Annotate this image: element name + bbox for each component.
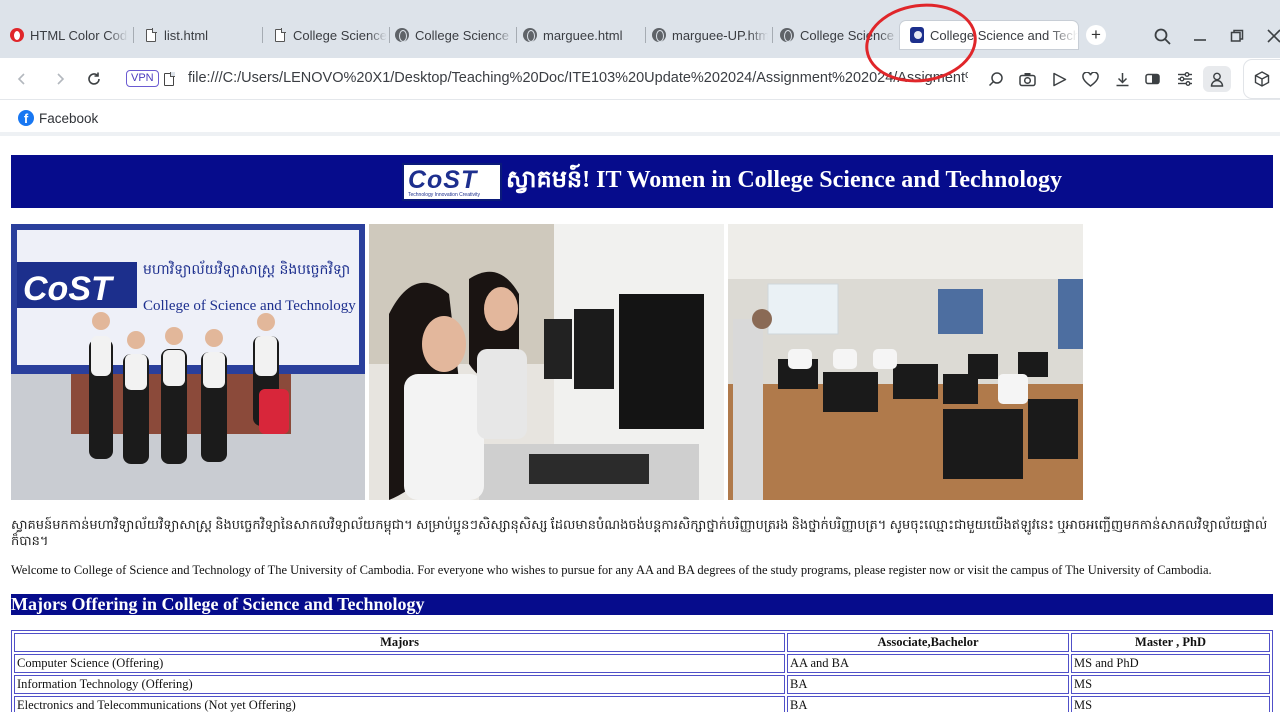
major-name: Information Technology (Offering) bbox=[14, 675, 785, 694]
vpn-badge[interactable]: VPN bbox=[126, 70, 159, 87]
easy-setup-icon[interactable] bbox=[1175, 69, 1195, 89]
bookmark-label: Facebook bbox=[39, 110, 99, 126]
globe-icon bbox=[652, 28, 666, 42]
header-associate-bachelor: Associate,Bachelor bbox=[787, 633, 1069, 652]
document-icon bbox=[144, 27, 158, 42]
photo-students-at-sign: CoST មហាវិទ្យាល័យវិទ្យាសាស្ត្រ និងបច្ចេក… bbox=[11, 224, 365, 500]
new-tab-button[interactable]: + bbox=[1086, 25, 1106, 45]
globe-icon bbox=[395, 28, 409, 42]
file-icon bbox=[159, 69, 179, 89]
arrow-left-icon bbox=[17, 73, 25, 85]
web-page-content: CoST Technology Innovation Creativity ស្… bbox=[0, 140, 1280, 712]
table-row: Electronics and Telecommunications (Not … bbox=[14, 696, 1270, 712]
bookmarks-bar: f Facebook bbox=[0, 100, 1280, 136]
minimize-icon bbox=[1194, 39, 1206, 41]
majors-table: Majors Associate,Bachelor Master , PhD C… bbox=[11, 630, 1273, 712]
svg-text:CoST: CoST bbox=[23, 270, 115, 308]
header-master-phd: Master , PhD bbox=[1071, 633, 1270, 652]
logo-tagline: Technology Innovation Creativity bbox=[407, 191, 480, 198]
tab-title: College Science a bbox=[800, 27, 898, 43]
battery-saver-icon[interactable] bbox=[1143, 69, 1163, 89]
tab-title: marguee-UP.htm bbox=[672, 27, 768, 43]
heart-icon[interactable] bbox=[1080, 69, 1100, 89]
photo-classroom-lab bbox=[728, 224, 1083, 500]
download-icon[interactable] bbox=[1112, 69, 1132, 89]
cost-logo-icon bbox=[910, 27, 924, 43]
master-phd-value: MS bbox=[1071, 675, 1270, 694]
minimize-button[interactable] bbox=[1186, 22, 1214, 50]
extensions-button[interactable] bbox=[1244, 60, 1280, 98]
back-button[interactable] bbox=[10, 67, 34, 91]
associate-bachelor-value: AA and BA bbox=[787, 654, 1069, 673]
tab-list-html[interactable]: list.html bbox=[134, 22, 262, 48]
camera-icon[interactable] bbox=[1017, 69, 1037, 89]
address-toolbar: VPN file:///C:/Users/LENOVO%20X1/Desktop… bbox=[0, 58, 1280, 100]
associate-bachelor-value: BA bbox=[787, 675, 1069, 694]
tab-title: College Science and Techn bbox=[930, 27, 1078, 43]
tab-title: HTML Color Code bbox=[30, 27, 128, 43]
opera-icon bbox=[10, 28, 24, 42]
profile-button[interactable] bbox=[1203, 66, 1231, 92]
page-banner: CoST Technology Innovation Creativity ស្… bbox=[11, 155, 1273, 208]
major-name: Computer Science (Offering) bbox=[14, 654, 785, 673]
table-row: Computer Science (Offering) AA and BA MS… bbox=[14, 654, 1270, 673]
sign-english-text: College of Science and Technology bbox=[143, 298, 356, 314]
logo-text: CoST bbox=[407, 165, 478, 194]
user-icon bbox=[1210, 72, 1224, 87]
send-icon[interactable] bbox=[1049, 69, 1069, 89]
master-phd-value: MS and PhD bbox=[1071, 654, 1270, 673]
tab-marguee-up[interactable]: marguee-UP.htm bbox=[642, 22, 768, 48]
search-page-icon[interactable] bbox=[986, 69, 1006, 89]
associate-bachelor-value: BA bbox=[787, 696, 1069, 712]
table-header-row: Majors Associate,Bachelor Master , PhD bbox=[14, 633, 1270, 652]
search-icon bbox=[1154, 28, 1171, 45]
majors-heading: Majors Offering in College of Science an… bbox=[11, 594, 1273, 615]
tab-marguee-html[interactable]: marguee.html bbox=[513, 22, 641, 48]
tab-title: marguee.html bbox=[543, 27, 623, 43]
table-row: Information Technology (Offering) BA MS bbox=[14, 675, 1270, 694]
khmer-intro-paragraph: ស្វាគមន៍មកកាន់មហាវិទ្យាល័យវិទ្យាសាស្ត្រ … bbox=[11, 517, 1268, 548]
tab-college-science-active[interactable]: College Science and Techn bbox=[900, 21, 1078, 49]
bookmark-facebook[interactable]: f Facebook bbox=[18, 110, 98, 126]
tab-html-color-code[interactable]: HTML Color Code bbox=[0, 22, 128, 48]
tab-title: list.html bbox=[164, 27, 209, 43]
tab-title: College Science a bbox=[415, 27, 513, 43]
page-title: ស្វាគមន៍! IT Women in College Science an… bbox=[505, 167, 1062, 193]
reload-icon bbox=[88, 72, 100, 85]
photo-students-computer-lab bbox=[369, 224, 724, 500]
search-tabs-button[interactable] bbox=[1148, 22, 1176, 50]
close-window-button[interactable] bbox=[1260, 22, 1280, 50]
facebook-icon: f bbox=[18, 110, 34, 126]
address-bar[interactable]: file:///C:/Users/LENOVO%20X1/Desktop/Tea… bbox=[188, 70, 968, 86]
document-icon bbox=[273, 27, 287, 42]
english-intro-paragraph: Welcome to College of Science and Techno… bbox=[11, 563, 1212, 577]
tab-college-science-3[interactable]: College Science a bbox=[770, 22, 898, 48]
tab-college-science-2[interactable]: College Science a bbox=[385, 22, 513, 48]
header-majors: Majors bbox=[14, 633, 785, 652]
globe-icon bbox=[780, 28, 794, 42]
tab-title: College Science a bbox=[293, 27, 387, 43]
forward-button[interactable] bbox=[48, 67, 72, 91]
cube-icon bbox=[1254, 71, 1270, 87]
tab-college-science-1[interactable]: College Science a bbox=[263, 22, 387, 48]
close-icon bbox=[1267, 29, 1280, 43]
cost-logo: CoST Technology Innovation Creativity bbox=[401, 162, 502, 201]
browser-tab-strip: HTML Color Code list.html College Scienc… bbox=[0, 0, 1280, 58]
major-name: Electronics and Telecommunications (Not … bbox=[14, 696, 785, 712]
arrow-right-icon bbox=[57, 73, 65, 85]
globe-icon bbox=[523, 28, 537, 42]
restore-icon bbox=[1230, 29, 1244, 42]
sign-khmer-text: មហាវិទ្យាល័យវិទ្យាសាស្ត្រ និងបច្ចេកវិទ្យ… bbox=[143, 260, 350, 278]
master-phd-value: MS bbox=[1071, 696, 1270, 712]
reload-button[interactable] bbox=[82, 67, 106, 91]
restore-button[interactable] bbox=[1223, 22, 1251, 50]
